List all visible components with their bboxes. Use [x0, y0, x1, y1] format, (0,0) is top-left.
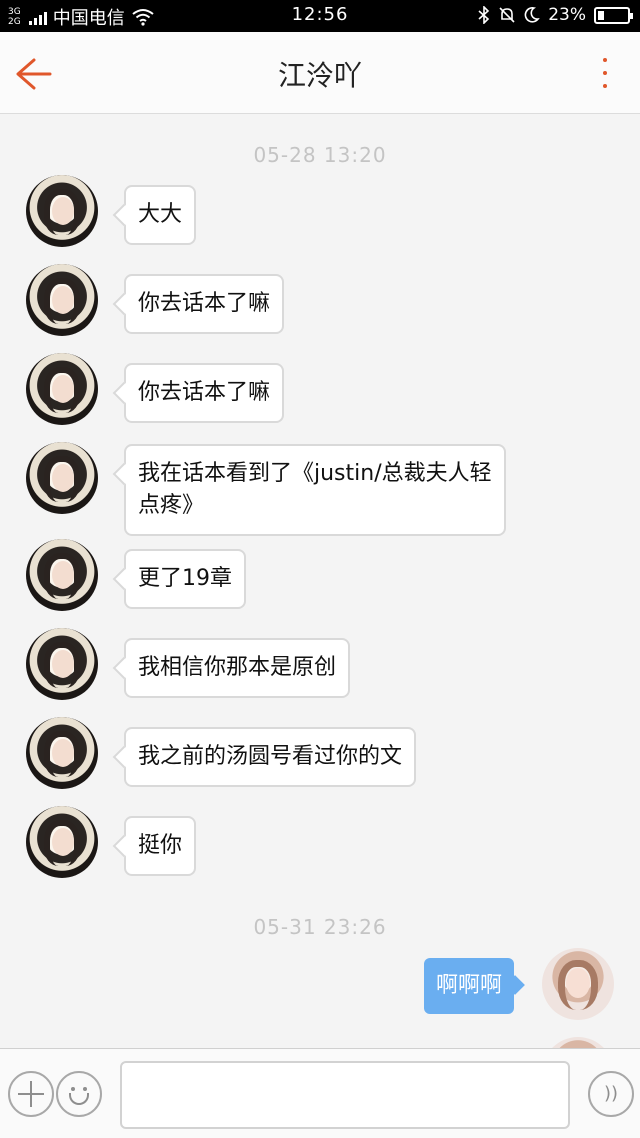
battery-icon	[594, 6, 633, 24]
page-title: 江泠吖	[277, 59, 362, 92]
mute-bell-icon	[499, 7, 515, 23]
avatar[interactable]	[26, 175, 98, 247]
status-bar: 3G 2G 中国电信 12:56 23%	[0, 0, 640, 32]
message-bubble[interactable]: 更了19章	[124, 549, 246, 609]
bluetooth-icon	[478, 6, 490, 24]
plus-icon[interactable]	[8, 1071, 54, 1117]
message-bubble[interactable]: 我相信你那本是原创	[124, 638, 351, 698]
avatar[interactable]	[26, 628, 98, 700]
message-bubble[interactable]: 你去话本了嘛	[124, 274, 285, 334]
avatar[interactable]	[26, 264, 98, 336]
input-bar: ))	[0, 1048, 640, 1138]
message-bubble[interactable]: 挺你	[124, 816, 197, 876]
avatar[interactable]	[26, 539, 98, 611]
battery-percent: 23%	[548, 5, 586, 25]
voice-icon[interactable]: ))	[588, 1071, 634, 1117]
moon-icon	[524, 7, 540, 23]
timestamp: 05-28 13:20	[253, 143, 387, 167]
message-bubble[interactable]: 你去话本了嘛	[124, 363, 285, 423]
message-bubble[interactable]: 我在话本看到了《justin/总裁夫人轻点疼》	[124, 444, 506, 536]
message-bubble[interactable]: 大大	[124, 185, 197, 245]
avatar[interactable]	[26, 806, 98, 878]
chat-header: 江泠吖	[0, 32, 640, 114]
message-list[interactable]: 05-28 13:20 大大 你去话本了嘛 你去话本了嘛 我在话本看到了《jus…	[0, 115, 640, 1048]
message-bubble[interactable]: 我之前的汤圆号看过你的文	[124, 727, 417, 787]
timestamp: 05-31 23:26	[253, 915, 387, 939]
avatar[interactable]	[26, 717, 98, 789]
avatar[interactable]	[26, 353, 98, 425]
more-vertical-icon[interactable]	[600, 58, 610, 88]
avatar[interactable]	[542, 1037, 614, 1048]
message-bubble-outgoing[interactable]: 啊啊啊	[423, 958, 514, 1014]
battery-fill	[598, 10, 605, 20]
avatar[interactable]	[542, 948, 614, 1020]
avatar[interactable]	[26, 442, 98, 514]
smile-icon[interactable]	[56, 1071, 102, 1117]
message-input[interactable]	[120, 1061, 570, 1129]
status-right: 23%	[478, 5, 633, 25]
